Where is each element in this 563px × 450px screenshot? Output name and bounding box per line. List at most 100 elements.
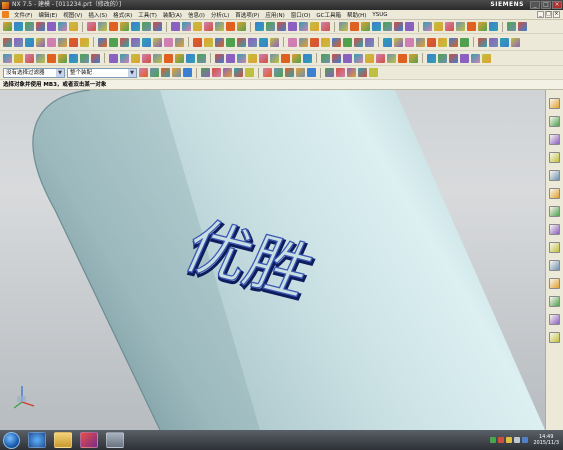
toolbar-tool-icon[interactable] (270, 53, 279, 63)
toolbar-tool-icon[interactable] (427, 53, 436, 63)
toolbar-tool-icon[interactable] (434, 22, 443, 31)
toolbar-tool-icon[interactable] (215, 22, 224, 31)
taskbar-app-4[interactable] (106, 432, 124, 448)
toolbar-tool-icon[interactable] (175, 53, 184, 63)
toolbar-tool-icon[interactable] (500, 37, 509, 47)
resource-bar-tab-icon[interactable] (549, 188, 560, 199)
resource-bar-tab-icon[interactable] (549, 206, 560, 217)
toolbar-tool-icon[interactable] (288, 37, 297, 47)
menu-file[interactable]: 文件(F) (11, 11, 35, 19)
toolbar-tool-icon[interactable] (365, 53, 374, 63)
toolbar-tool-icon[interactable] (405, 37, 414, 47)
toolbar-tool-icon[interactable] (120, 37, 129, 47)
toolbar-tool-icon[interactable] (274, 68, 283, 77)
toolbar-tool-icon[interactable] (456, 22, 465, 31)
toolbar-tool-icon[interactable] (223, 68, 232, 77)
graphics-window[interactable]: 优胜 优胜 (0, 90, 545, 430)
toolbar-tool-icon[interactable] (347, 68, 356, 77)
toolbar-tool-icon[interactable] (427, 37, 436, 47)
toolbar-tool-icon[interactable] (47, 37, 56, 47)
toolbar-tool-icon[interactable] (226, 22, 235, 31)
menu-help[interactable]: 帮助(H) (344, 11, 369, 19)
toolbar-tool-icon[interactable] (409, 53, 418, 63)
toolbar-tool-icon[interactable] (36, 53, 45, 63)
toolbar-tool-icon[interactable] (482, 53, 491, 63)
resource-bar-tab-icon[interactable] (549, 332, 560, 343)
toolbar-tool-icon[interactable] (204, 22, 213, 31)
toolbar-tool-icon[interactable] (182, 22, 191, 31)
toolbar-tool-icon[interactable] (234, 68, 243, 77)
menu-tools[interactable]: 工具(T) (135, 11, 160, 19)
doc-restore-button[interactable]: □ (545, 11, 552, 18)
selection-filter-dropdown[interactable]: 没有选择过滤器 ▼ (3, 67, 65, 78)
toolbar-tool-icon[interactable] (336, 68, 345, 77)
doc-minimize-button[interactable]: _ (537, 11, 544, 18)
toolbar-tool-icon[interactable] (383, 37, 392, 47)
toolbar-tool-icon[interactable] (172, 68, 181, 77)
toolbar-tool-icon[interactable] (58, 53, 67, 63)
toolbar-tool-icon[interactable] (339, 22, 348, 31)
toolbar-tool-icon[interactable] (237, 37, 246, 47)
toolbar-tool-icon[interactable] (142, 22, 151, 31)
toolbar-tool-icon[interactable] (237, 22, 246, 31)
maximize-button[interactable]: □ (541, 1, 551, 9)
toolbar-tool-icon[interactable] (204, 37, 213, 47)
toolbar-tool-icon[interactable] (394, 37, 403, 47)
toolbar-tool-icon[interactable] (131, 22, 140, 31)
toolbar-tool-icon[interactable] (489, 22, 498, 31)
resource-bar-tab-icon[interactable] (549, 116, 560, 127)
toolbar-tool-icon[interactable] (131, 37, 140, 47)
toolbar-tool-icon[interactable] (325, 68, 334, 77)
toolbar-tool-icon[interactable] (150, 68, 159, 77)
toolbar-tool-icon[interactable] (332, 37, 341, 47)
resource-bar-tab-icon[interactable] (549, 296, 560, 307)
toolbar-tool-icon[interactable] (237, 53, 246, 63)
toolbar-tool-icon[interactable] (387, 53, 396, 63)
tray-icon-shield[interactable] (522, 437, 529, 443)
toolbar-tool-icon[interactable] (109, 37, 118, 47)
toolbar-tool-icon[interactable] (139, 68, 148, 77)
menu-ysug[interactable]: YSUG (369, 12, 390, 18)
resource-bar-tab-icon[interactable] (549, 314, 560, 325)
toolbar-tool-icon[interactable] (69, 37, 78, 47)
toolbar-tool-icon[interactable] (131, 53, 140, 63)
toolbar-tool-icon[interactable] (358, 68, 367, 77)
toolbar-tool-icon[interactable] (511, 37, 520, 47)
tray-icon-flag[interactable] (506, 437, 513, 443)
toolbar-tool-icon[interactable] (354, 53, 363, 63)
toolbar-tool-icon[interactable] (372, 22, 381, 31)
toolbar-tool-icon[interactable] (153, 37, 162, 47)
toolbar-tool-icon[interactable] (69, 53, 78, 63)
toolbar-tool-icon[interactable] (197, 53, 206, 63)
toolbar-tool-icon[interactable] (36, 22, 45, 31)
toolbar-tool-icon[interactable] (248, 53, 257, 63)
toolbar-tool-icon[interactable] (489, 37, 498, 47)
toolbar-tool-icon[interactable] (25, 37, 34, 47)
tray-icon-app[interactable] (498, 437, 505, 443)
taskbar-folder-icon[interactable] (54, 432, 72, 448)
toolbar-tool-icon[interactable] (164, 37, 173, 47)
toolbar-tool-icon[interactable] (193, 37, 202, 47)
toolbar-tool-icon[interactable] (383, 22, 392, 31)
toolbar-tool-icon[interactable] (270, 37, 279, 47)
resource-bar-tab-icon[interactable] (549, 224, 560, 235)
menu-insert[interactable]: 插入(S) (85, 11, 110, 19)
toolbar-tool-icon[interactable] (153, 22, 162, 31)
assembly-scope-dropdown[interactable]: 整个装配 ▼ (67, 67, 137, 78)
toolbar-tool-icon[interactable] (87, 22, 96, 31)
toolbar-tool-icon[interactable] (153, 53, 162, 63)
toolbar-tool-icon[interactable] (416, 37, 425, 47)
toolbar-tool-icon[interactable] (69, 22, 78, 31)
nx-menu-icon[interactable] (2, 11, 9, 18)
resource-bar-tab-icon[interactable] (549, 170, 560, 181)
toolbar-tool-icon[interactable] (350, 22, 359, 31)
toolbar-tool-icon[interactable] (321, 53, 330, 63)
toolbar-tool-icon[interactable] (365, 37, 374, 47)
toolbar-tool-icon[interactable] (98, 22, 107, 31)
toolbar-tool-icon[interactable] (3, 22, 12, 31)
toolbar-tool-icon[interactable] (255, 22, 264, 31)
toolbar-tool-icon[interactable] (438, 37, 447, 47)
tray-icon-volume[interactable] (514, 437, 521, 443)
toolbar-tool-icon[interactable] (467, 22, 476, 31)
toolbar-tool-icon[interactable] (226, 37, 235, 47)
